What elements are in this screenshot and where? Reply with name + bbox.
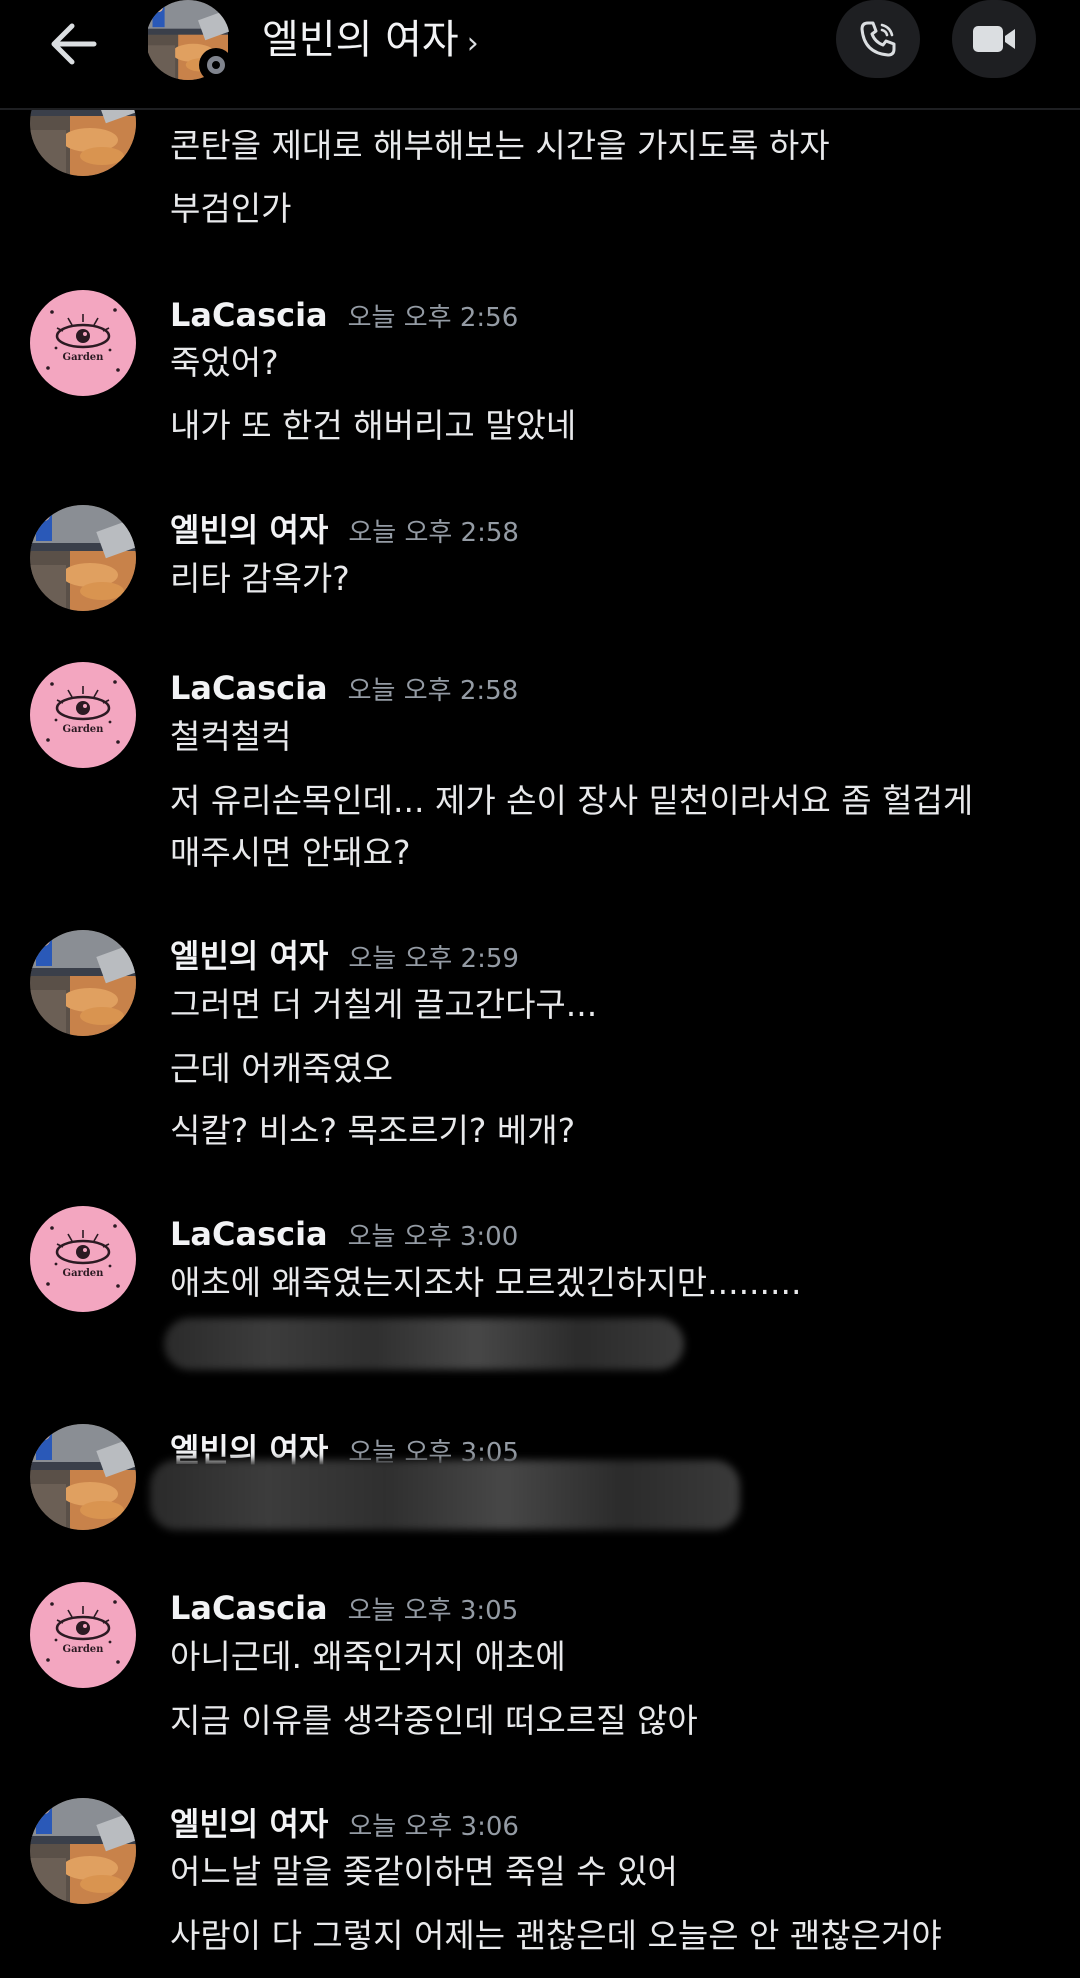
avatar[interactable] bbox=[30, 1582, 136, 1688]
avatar[interactable] bbox=[30, 290, 136, 396]
phone-icon bbox=[860, 21, 896, 57]
arrow-left-icon bbox=[51, 23, 97, 65]
video-camera-icon bbox=[973, 26, 1015, 52]
avatar[interactable] bbox=[30, 1206, 136, 1312]
author-name: 엘빈의 여자 bbox=[170, 511, 329, 549]
message-text: 저 유리손목인데... 제가 손이 장사 밑천이라서요 좀 헐겁게 bbox=[170, 781, 974, 820]
message-text: 철컥철컥 bbox=[170, 717, 292, 756]
avatar[interactable] bbox=[30, 505, 136, 611]
redacted-message bbox=[150, 1460, 740, 1530]
video-call-button[interactable] bbox=[952, 0, 1036, 78]
redacted-message bbox=[164, 1318, 684, 1370]
message-author[interactable]: 엘빈의 여자 오늘 오후 3:06 bbox=[170, 1804, 519, 1847]
message-author[interactable]: 엘빈의 여자 오늘 오후 2:58 bbox=[170, 510, 519, 553]
back-button[interactable] bbox=[44, 14, 104, 74]
message-text: 어느날 말을 좆같이하면 죽일 수 있어 bbox=[170, 1852, 678, 1891]
message-timestamp: 오늘 오후 2:58 bbox=[347, 676, 519, 706]
author-name: LaCascia bbox=[170, 669, 328, 707]
author-name: 엘빈의 여자 bbox=[170, 937, 329, 975]
message-author[interactable]: LaCascia 오늘 오후 3:00 bbox=[170, 1214, 518, 1257]
message-timestamp: 오늘 오후 2:59 bbox=[348, 944, 519, 974]
author-name: LaCascia bbox=[170, 1589, 328, 1627]
message-timestamp: 오늘 오후 2:58 bbox=[348, 518, 519, 548]
channel-title-text: 엘빈의 여자 bbox=[262, 17, 459, 63]
avatar[interactable] bbox=[30, 662, 136, 768]
message-text: 매주시면 안돼요? bbox=[170, 833, 411, 872]
message-timestamp: 오늘 오후 3:00 bbox=[347, 1222, 519, 1252]
chevron-right-icon: › bbox=[466, 26, 479, 61]
message-text: 리타 감옥가? bbox=[170, 559, 350, 598]
message-text: 아니근데. 왜죽인거지 애초에 bbox=[170, 1637, 566, 1676]
message-text: 근데 어캐죽였오 bbox=[170, 1049, 394, 1088]
message-author[interactable]: 엘빈의 여자 오늘 오후 2:59 bbox=[170, 936, 519, 979]
message-text: 부검인가 bbox=[170, 189, 292, 228]
status-indicator bbox=[199, 48, 233, 82]
message-timestamp: 오늘 오후 2:56 bbox=[347, 303, 519, 333]
message-timestamp: 오늘 오후 3:05 bbox=[347, 1596, 519, 1626]
message-text: 콘탄을 제대로 해부해보는 시간을 가지도록 하자 bbox=[170, 126, 830, 165]
message-author[interactable]: LaCascia 오늘 오후 2:56 bbox=[170, 295, 518, 338]
message-text: 내가 또 한건 해버리고 말았네 bbox=[170, 406, 577, 445]
avatar[interactable] bbox=[30, 1798, 136, 1904]
message-timestamp: 오늘 오후 3:06 bbox=[348, 1812, 519, 1842]
voice-call-button[interactable] bbox=[836, 0, 920, 78]
author-name: 엘빈의 여자 bbox=[170, 1805, 329, 1843]
message-author[interactable]: LaCascia 오늘 오후 2:58 bbox=[170, 668, 518, 711]
channel-title[interactable]: 엘빈의 여자 › bbox=[262, 14, 479, 70]
message-text: 사람이 다 그렇지 어제는 괜찮은데 오늘은 안 괜찮은거야 bbox=[170, 1916, 942, 1955]
avatar[interactable] bbox=[30, 930, 136, 1036]
avatar[interactable] bbox=[30, 1424, 136, 1530]
chat-header: 엘빈의 여자 › bbox=[0, 0, 1080, 110]
message-text: 그러면 더 거칠게 끌고간다구... bbox=[170, 985, 598, 1024]
message-text: 지금 이유를 생각중인데 떠오르질 않아 bbox=[170, 1701, 698, 1740]
author-name: LaCascia bbox=[170, 296, 328, 334]
message-text: 죽었어? bbox=[170, 343, 279, 382]
message-author[interactable]: LaCascia 오늘 오후 3:05 bbox=[170, 1588, 518, 1631]
message-text: 식칼? 비소? 목조르기? 베개? bbox=[170, 1111, 576, 1150]
message-text: 애초에 왜죽였는지조차 모르겠긴하지만......... bbox=[170, 1263, 802, 1302]
author-name: LaCascia bbox=[170, 1215, 328, 1253]
